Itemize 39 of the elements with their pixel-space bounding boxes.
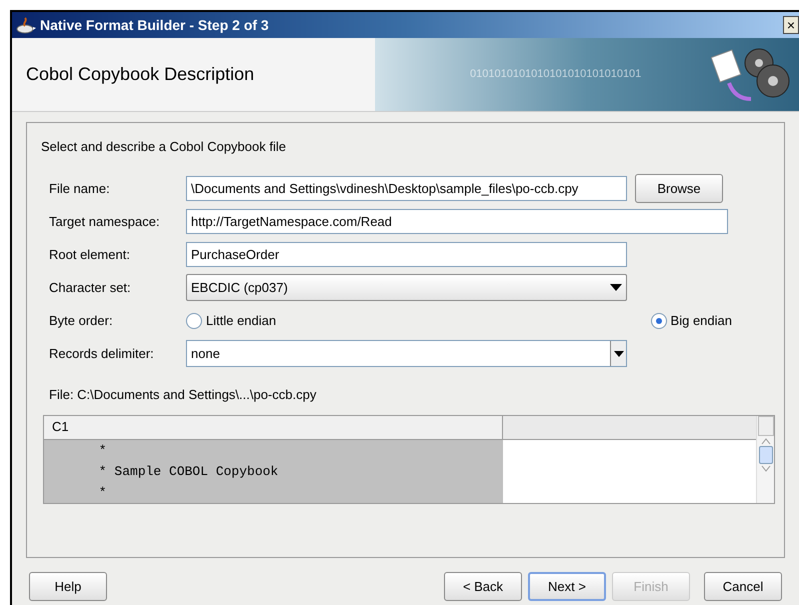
radio-button[interactable] [186, 312, 202, 328]
field-label: Byte order: [49, 312, 114, 330]
app-icon [16, 16, 36, 34]
browse-button[interactable]: Browse [635, 174, 723, 203]
banner-text: 0101010101010101010101010101 [470, 67, 642, 82]
dialog-button[interactable]: Next > [528, 572, 606, 601]
character-set-dropdown[interactable]: EBCDIC (cp037) [186, 274, 627, 301]
file-path-label: File: C:\Documents and Settings\...\po-ccb.cpy [48, 386, 318, 404]
input-field[interactable]: \Documents and Settings\vdinesh\Desktop\sample_files\po-ccb.cpy [186, 176, 627, 201]
dialog-button[interactable]: Cancel [704, 572, 782, 601]
instructions-text: Select and describe a Cobol Copybook file [41, 138, 287, 156]
dialog-button[interactable]: Help [29, 572, 107, 601]
records-delimiter-combo[interactable]: none [186, 340, 627, 367]
input-field[interactable]: http://TargetNamespace.com/Read [186, 209, 728, 234]
table-cell: * [44, 482, 503, 502]
dialog-button[interactable]: < Back [444, 572, 522, 601]
scroll-up-icon[interactable] [760, 436, 772, 446]
vertical-scrollbar[interactable] [756, 416, 774, 502]
scrollbar-corner [758, 416, 774, 436]
field-label: Root element: [49, 246, 131, 264]
caret-icon [610, 284, 622, 291]
page-title: Cobol Copybook Description [12, 38, 375, 111]
radio-button[interactable] [650, 312, 667, 328]
radio-option[interactable]: Little endian [186, 310, 276, 330]
column-header[interactable]: C1 [44, 416, 503, 438]
window-title: Native Format Builder - Step 2 of 3 [40, 16, 270, 35]
field-label: Character set: [49, 278, 132, 297]
close-button[interactable]: × [783, 16, 799, 34]
dropdown-button[interactable] [610, 341, 626, 366]
radio-option[interactable]: Big endian [650, 310, 732, 330]
scroll-down-icon[interactable] [760, 464, 772, 474]
field-label: Records delimiter: [49, 344, 155, 363]
input-field[interactable]: PurchaseOrder [186, 242, 627, 267]
caret-icon [614, 350, 624, 356]
table-cell: * Sample COBOL Copybook [44, 460, 503, 482]
field-label: Target namespace: [49, 212, 161, 231]
field-label: File name: [49, 180, 111, 198]
scrollbar-thumb[interactable] [758, 446, 772, 464]
table-cell: * [44, 440, 503, 460]
